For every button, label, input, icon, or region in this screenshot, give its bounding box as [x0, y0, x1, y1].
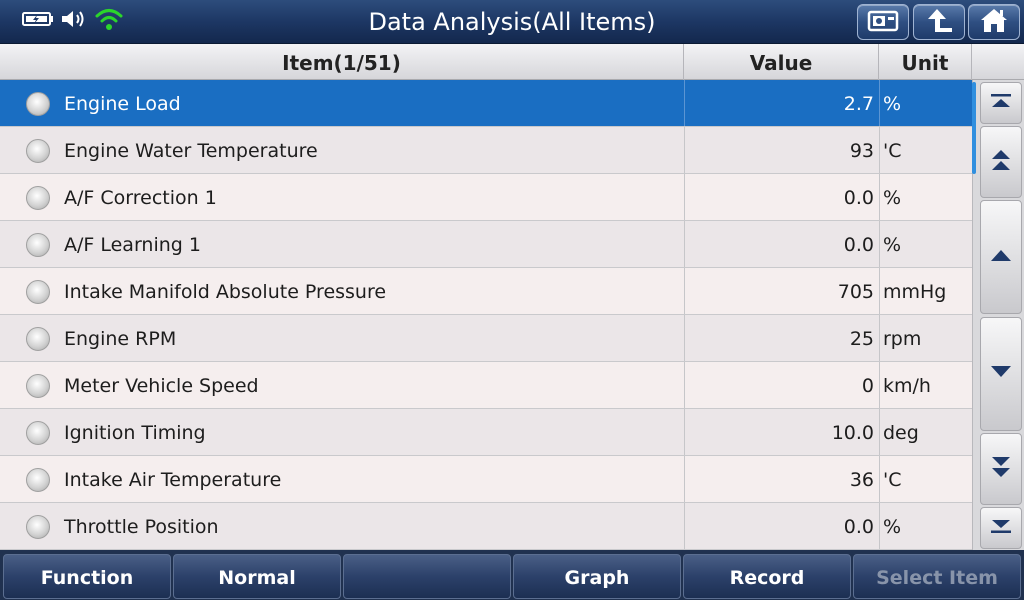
data-list: Engine Load 2.7% Engine Water Temperature 9…: [0, 80, 972, 550]
record-button[interactable]: Record: [683, 554, 851, 599]
radio-button[interactable]: [26, 186, 50, 210]
radio-button[interactable]: [26, 515, 50, 539]
item-name: Intake Air Temperature: [64, 469, 282, 491]
item-name: Throttle Position: [64, 516, 219, 538]
item-name: Meter Vehicle Speed: [64, 375, 259, 397]
item-unit: rpm: [879, 315, 972, 361]
arrow-down-icon: [989, 364, 1013, 384]
item-unit: km/h: [879, 362, 972, 408]
back-button[interactable]: [913, 4, 965, 40]
table-row[interactable]: Engine RPM 25 rpm: [0, 315, 972, 362]
item-name: Engine RPM: [64, 328, 177, 350]
radio-button[interactable]: [26, 280, 50, 304]
scroll-bottom-button[interactable]: [980, 507, 1022, 549]
item-name: Ignition Timing: [64, 422, 206, 444]
item-name: Engine Water Temperature: [64, 140, 318, 162]
item-unit: deg: [879, 409, 972, 455]
item-value: 0.0: [684, 503, 874, 549]
page-down-icon: [988, 453, 1014, 485]
table-header: Item(1/51) Value Unit: [0, 44, 1024, 80]
item-name: Intake Manifold Absolute Pressure: [64, 281, 387, 303]
item-value: 25: [684, 315, 874, 361]
item-name: A/F Correction 1: [64, 187, 217, 209]
item-unit: %: [879, 174, 972, 220]
radio-button[interactable]: [26, 139, 50, 163]
item-name: A/F Learning 1: [64, 234, 201, 256]
radio-button[interactable]: [26, 374, 50, 398]
table-row[interactable]: Throttle Position 0.0%: [0, 503, 972, 550]
scroll-top-button[interactable]: [980, 82, 1022, 124]
column-header-spacer: [972, 44, 1024, 80]
home-button[interactable]: [968, 4, 1020, 40]
item-unit: 'C: [879, 456, 972, 502]
scroll-top-icon: [988, 92, 1014, 114]
normal-button[interactable]: Normal: [173, 554, 341, 599]
radio-button[interactable]: [26, 327, 50, 351]
table-row[interactable]: A/F Correction 1 0.0%: [0, 174, 972, 221]
item-value: 10.0: [684, 409, 874, 455]
scroll-up-button[interactable]: [980, 200, 1022, 314]
item-unit: %: [879, 503, 972, 549]
item-value: 93: [684, 127, 874, 173]
title-bar: Data Analysis(All Items): [0, 0, 1024, 44]
item-unit: 'C: [879, 127, 972, 173]
table-row[interactable]: Engine Load 2.7%: [0, 80, 972, 127]
item-value: 705: [684, 268, 874, 314]
page-up-button[interactable]: [980, 126, 1022, 198]
table-row[interactable]: Intake Air Temperature 36 'C: [0, 456, 972, 503]
empty-button[interactable]: [343, 554, 511, 599]
item-value: 0.0: [684, 174, 874, 220]
scrollbar-thumb[interactable]: [972, 82, 976, 174]
footer-toolbar: Function Normal Graph Record Select Item: [0, 550, 1024, 600]
radio-button[interactable]: [26, 92, 50, 116]
home-icon: [979, 6, 1009, 38]
screenshot-icon: [867, 8, 899, 36]
graph-button[interactable]: Graph: [513, 554, 681, 599]
item-value: 0: [684, 362, 874, 408]
column-header-unit: Unit: [879, 44, 972, 80]
screenshot-button[interactable]: [857, 4, 909, 40]
scroll-down-button[interactable]: [980, 317, 1022, 431]
select-item-button[interactable]: Select Item: [853, 554, 1021, 599]
table-row[interactable]: Ignition Timing 10.0 deg: [0, 409, 972, 456]
column-header-item: Item(1/51): [0, 44, 684, 80]
item-value: 36: [684, 456, 874, 502]
item-value: 2.7: [684, 80, 874, 126]
back-icon: [924, 6, 954, 38]
radio-button[interactable]: [26, 468, 50, 492]
scroll-bottom-icon: [988, 517, 1014, 539]
function-button[interactable]: Function: [3, 554, 171, 599]
item-value: 0.0: [684, 221, 874, 267]
table-row[interactable]: Engine Water Temperature 93 'C: [0, 127, 972, 174]
item-unit: %: [879, 221, 972, 267]
page-up-icon: [988, 146, 1014, 178]
item-name: Engine Load: [64, 93, 181, 115]
arrow-up-icon: [989, 247, 1013, 267]
radio-button[interactable]: [26, 421, 50, 445]
table-row[interactable]: A/F Learning 1 0.0%: [0, 221, 972, 268]
column-header-value: Value: [684, 44, 879, 80]
item-unit: %: [879, 80, 972, 126]
radio-button[interactable]: [26, 233, 50, 257]
page-down-button[interactable]: [980, 433, 1022, 505]
table-row[interactable]: Intake Manifold Absolute Pressure 705 mmHg: [0, 268, 972, 315]
table-row[interactable]: Meter Vehicle Speed 0 km/h: [0, 362, 972, 409]
item-unit: mmHg: [879, 268, 972, 314]
